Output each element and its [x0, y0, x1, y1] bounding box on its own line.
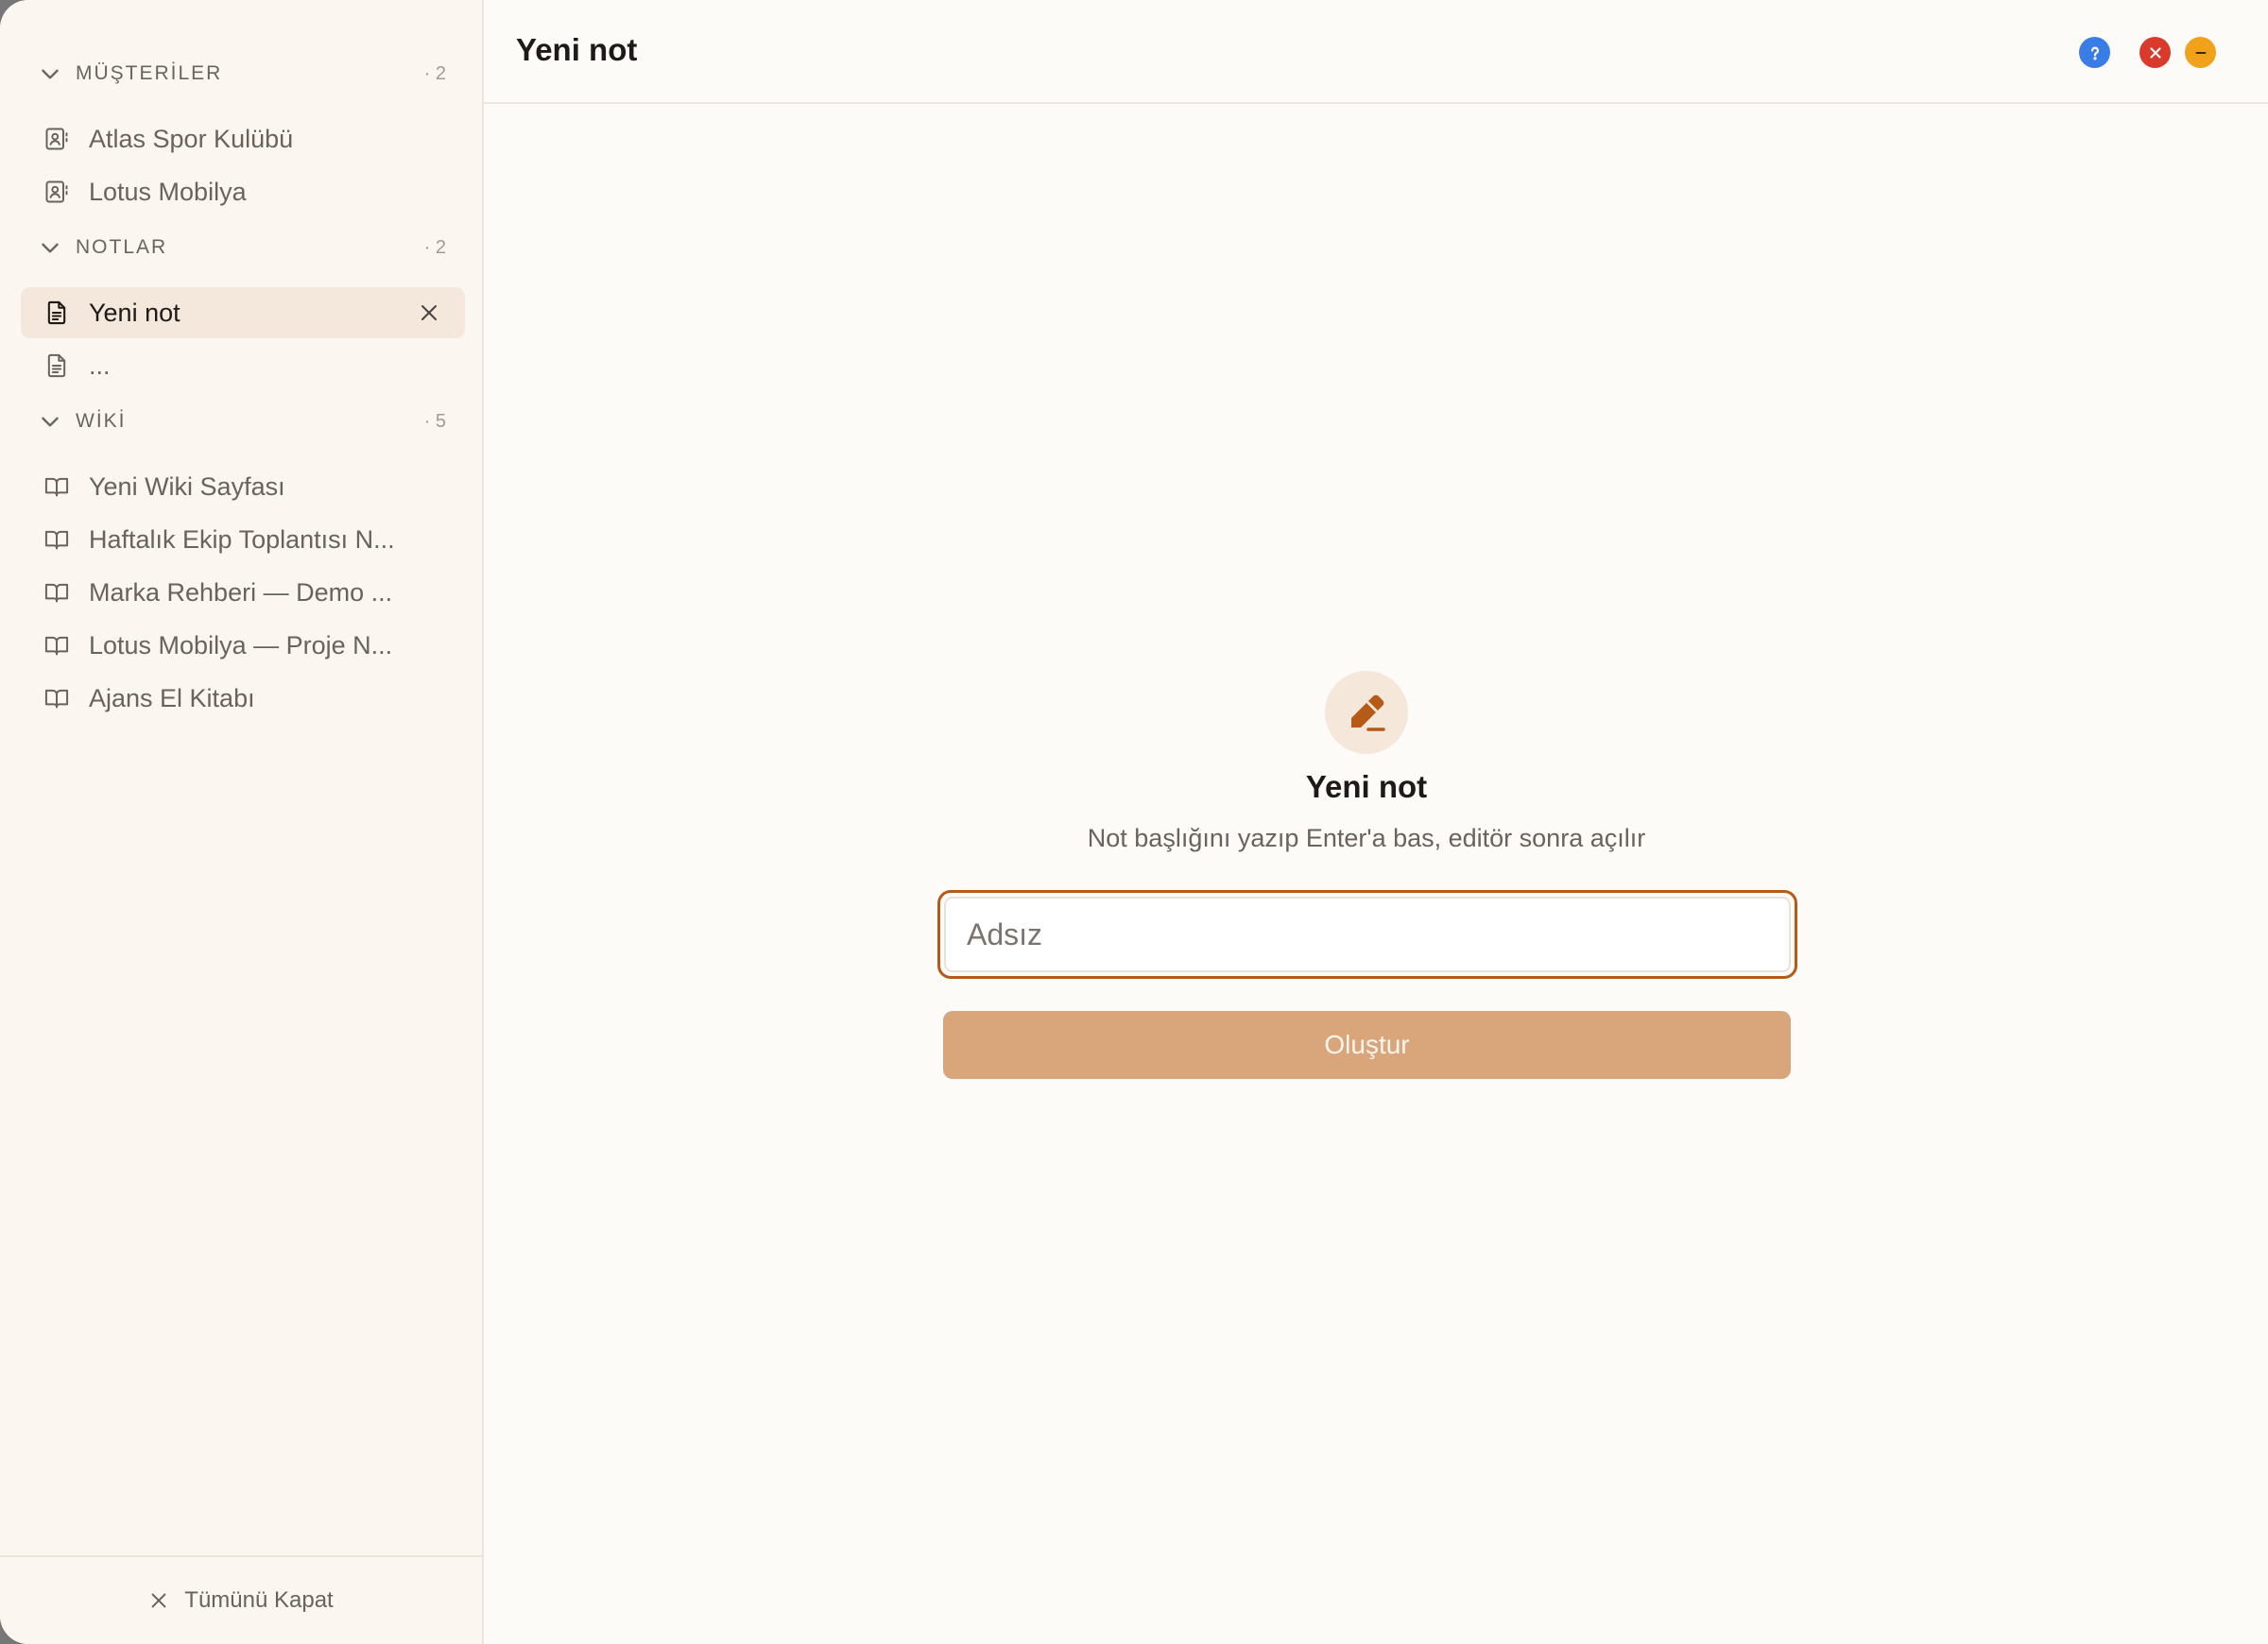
- sidebar-item-untitled-note[interactable]: ...: [21, 340, 465, 391]
- sidebar-item-lotus-mobilya-proje[interactable]: Lotus Mobilya — Proje N...: [21, 620, 465, 671]
- help-button[interactable]: [2079, 37, 2110, 68]
- close-icon[interactable]: [418, 301, 440, 324]
- section-count: · 2: [423, 236, 446, 258]
- create-button[interactable]: Oluştur: [943, 1011, 1791, 1079]
- minimize-icon: [2195, 51, 2206, 54]
- section-label: MÜŞTERİLER: [76, 62, 223, 84]
- document-icon: [47, 300, 66, 325]
- sidebar-item-label: Ajans El Kitabı: [89, 683, 255, 712]
- section-header-musteriler[interactable]: MÜŞTERİLER · 2: [38, 55, 454, 93]
- book-icon: [44, 477, 69, 497]
- close-all-label: Tümünü Kapat: [184, 1587, 334, 1613]
- close-icon: [2149, 46, 2161, 59]
- sidebar-item-atlas-spor-kulubu[interactable]: Atlas Spor Kulübü: [21, 113, 465, 164]
- book-icon: [44, 689, 69, 709]
- form-subtitle: Not başlığını yazıp Enter'a bas, editör …: [1087, 824, 1646, 852]
- contact-card-icon: [45, 128, 68, 150]
- close-window-button[interactable]: [2139, 37, 2171, 68]
- topbar: Yeni not: [484, 0, 2268, 104]
- document-icon: [47, 353, 66, 378]
- sidebar-item-label: Yeni Wiki Sayfası: [89, 471, 285, 501]
- new-note-form: Yeni not Not başlığını yazıp Enter'a bas…: [484, 104, 2268, 1644]
- sidebar-item-marka-rehberi[interactable]: Marka Rehberi — Demo ...: [21, 567, 465, 618]
- pencil-icon: [1351, 694, 1385, 731]
- sidebar-item-yeni-wiki-sayfasi[interactable]: Yeni Wiki Sayfası: [21, 461, 465, 512]
- sidebar-item-haftalik-ekip-toplantisi[interactable]: Haftalık Ekip Toplantısı N...: [21, 514, 465, 565]
- section-label: WİKİ: [76, 410, 127, 432]
- sidebar-item-label: Atlas Spor Kulübü: [89, 124, 294, 153]
- section-label: NOTLAR: [76, 236, 168, 258]
- page-title: Yeni not: [516, 32, 638, 67]
- book-icon: [44, 636, 69, 656]
- sidebar-item-label: ...: [89, 351, 111, 380]
- section-count: · 5: [423, 410, 446, 432]
- form-heading: Yeni not: [1305, 769, 1428, 804]
- sidebar: MÜŞTERİLER · 2 Atlas Spor Kulübü Lotus M…: [0, 0, 484, 1644]
- main-panel: Yeni not Yeni not Not başlığını yazıp En…: [484, 0, 2268, 1644]
- chevron-down-icon: [42, 69, 59, 79]
- book-icon: [44, 583, 69, 603]
- sidebar-item-label: Yeni not: [89, 298, 180, 327]
- help-icon: [2090, 46, 2099, 60]
- sidebar-item-label: Haftalık Ekip Toplantısı N...: [89, 524, 395, 554]
- title-input-wrapper: [937, 890, 1797, 979]
- note-icon-badge: [1325, 671, 1408, 754]
- sidebar-item-lotus-mobilya[interactable]: Lotus Mobilya: [21, 166, 465, 217]
- close-icon: [151, 1593, 166, 1608]
- sidebar-item-label: Lotus Mobilya — Proje N...: [89, 630, 393, 659]
- contact-card-icon: [45, 180, 68, 203]
- section-header-notlar[interactable]: NOTLAR · 2: [38, 229, 454, 266]
- sidebar-item-label: Marka Rehberi — Demo ...: [89, 577, 393, 607]
- sidebar-item-yeni-not[interactable]: Yeni not: [21, 287, 465, 338]
- chevron-down-icon: [42, 243, 59, 253]
- chevron-down-icon: [42, 417, 59, 427]
- app-window: MÜŞTERİLER · 2 Atlas Spor Kulübü Lotus M…: [0, 0, 2268, 1644]
- close-all-button[interactable]: Tümünü Kapat: [0, 1555, 482, 1644]
- minimize-window-button[interactable]: [2185, 37, 2216, 68]
- sidebar-item-label: Lotus Mobilya: [89, 177, 247, 206]
- book-icon: [44, 530, 69, 550]
- sidebar-item-ajans-el-kitabi[interactable]: Ajans El Kitabı: [21, 673, 465, 724]
- note-title-input[interactable]: [944, 897, 1791, 972]
- section-header-wiki[interactable]: WİKİ · 5: [38, 402, 454, 440]
- section-count: · 2: [423, 62, 446, 84]
